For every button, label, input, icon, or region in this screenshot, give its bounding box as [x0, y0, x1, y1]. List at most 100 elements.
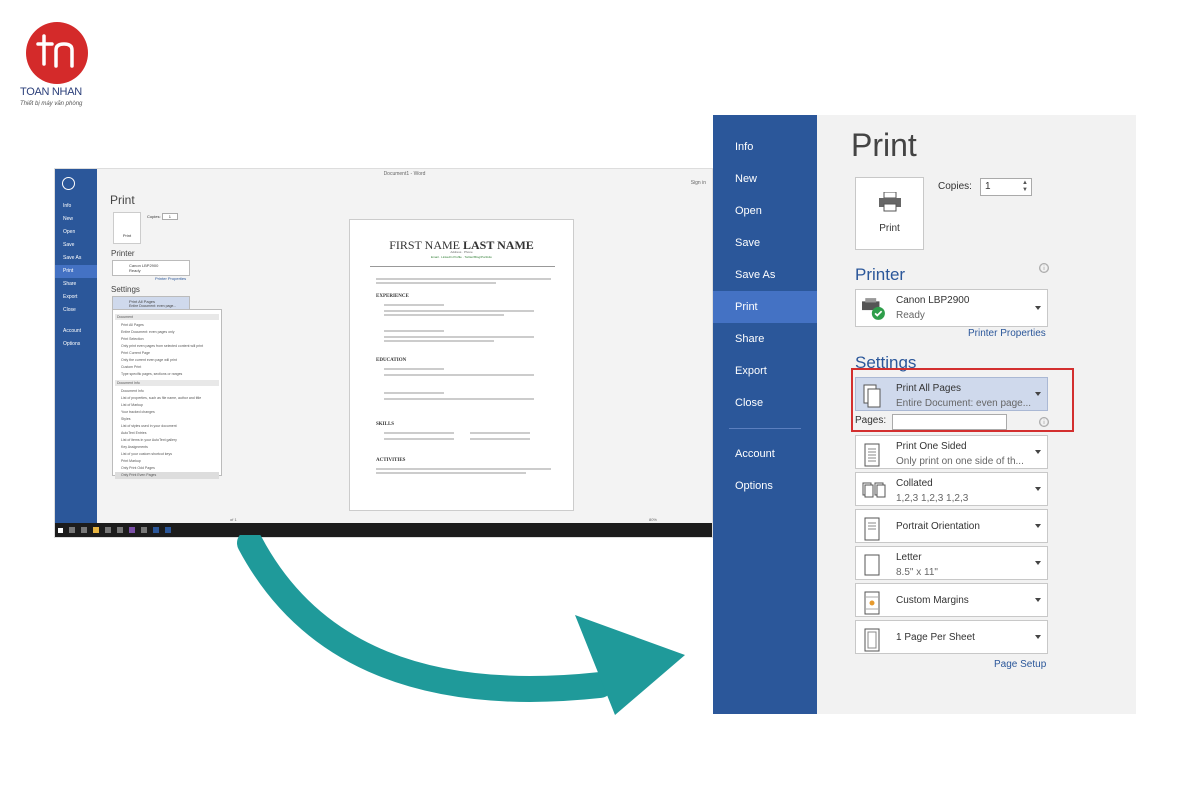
- nav-save[interactable]: Save: [713, 227, 817, 259]
- paper-size-desc: 8.5" x 11": [896, 567, 938, 578]
- resume-text-line: [384, 304, 444, 306]
- logo-circle: [26, 22, 88, 84]
- task-view-icon[interactable]: [81, 527, 87, 533]
- brand-logo: TOAN NHAN Thiết bị máy văn phòng: [20, 22, 92, 114]
- app-icon[interactable]: [117, 527, 123, 533]
- copies-input[interactable]: 1 ▲ ▼: [980, 178, 1032, 196]
- printer-icon: [879, 192, 901, 212]
- resume-section-activities: ACTIVITIES: [376, 458, 406, 463]
- orientation-select[interactable]: Portrait Orientation: [855, 509, 1048, 543]
- small-menu-item[interactable]: Print Current Page: [115, 350, 219, 357]
- start-icon[interactable]: [58, 528, 63, 533]
- margins-select[interactable]: Custom Margins: [855, 583, 1048, 617]
- nav-share[interactable]: Share: [713, 323, 817, 355]
- paper-size-select[interactable]: Letter 8.5" x 11": [855, 546, 1048, 580]
- small-print-menu: Document Print All Pages Entire Document…: [112, 309, 222, 479]
- back-arrow-icon[interactable]: [62, 177, 75, 190]
- nav-options[interactable]: Options: [713, 470, 817, 502]
- small-menu-item[interactable]: Only Print Even Pages: [115, 472, 219, 479]
- nav-print[interactable]: Print: [713, 291, 817, 323]
- small-nav-close[interactable]: Close: [63, 304, 97, 317]
- nav-new[interactable]: New: [713, 163, 817, 195]
- resume-text-line: [384, 340, 494, 342]
- small-menu-header-document: Document: [115, 314, 219, 320]
- nav-divider: [729, 428, 801, 429]
- resume-text-line: [384, 374, 534, 376]
- collation-select[interactable]: Collated 1,2,3 1,2,3 1,2,3: [855, 472, 1048, 506]
- search-icon[interactable]: [69, 527, 75, 533]
- collation-desc: 1,2,3 1,2,3 1,2,3: [896, 493, 969, 504]
- nav-export[interactable]: Export: [713, 355, 817, 387]
- small-nav-save[interactable]: Save: [63, 239, 97, 252]
- small-menu-item[interactable]: List of Markup: [115, 402, 219, 409]
- resume-contact: Email · LinkedIn Profile · Twitter/Blog/…: [431, 255, 492, 259]
- small-menu-item-desc: Your tracked changes: [121, 410, 155, 414]
- small-menu-item[interactable]: Only Print Odd Pages: [115, 465, 219, 472]
- paper-size-label: Letter: [896, 552, 922, 563]
- explorer-icon[interactable]: [93, 527, 99, 533]
- word-icon[interactable]: [165, 527, 171, 533]
- small-menu-item[interactable]: Custom Print: [115, 364, 219, 371]
- small-nav-save-as[interactable]: Save As: [63, 252, 97, 265]
- app-icon[interactable]: [129, 527, 135, 533]
- collation-label: Collated: [896, 478, 933, 489]
- small-nav-open[interactable]: Open: [63, 226, 97, 239]
- nav-open[interactable]: Open: [713, 195, 817, 227]
- small-menu-item-desc: List of properties, such as file name, a…: [121, 396, 202, 400]
- nav-info[interactable]: Info: [713, 131, 817, 163]
- pages-per-sheet-select[interactable]: 1 Page Per Sheet: [855, 620, 1048, 654]
- small-nav-account[interactable]: Account: [63, 325, 97, 338]
- small-copies-input[interactable]: 1: [161, 213, 178, 220]
- sides-select[interactable]: Print One Sided Only print on one side o…: [855, 435, 1048, 469]
- chevron-down-icon: [1035, 524, 1041, 528]
- small-nav-new[interactable]: New: [63, 213, 97, 226]
- small-menu-item[interactable]: Styles: [115, 416, 219, 423]
- app-icon[interactable]: [153, 527, 159, 533]
- printer-properties-link[interactable]: Printer Properties: [968, 328, 1046, 339]
- chrome-icon[interactable]: [105, 527, 111, 533]
- pages-per-sheet-label: 1 Page Per Sheet: [896, 632, 975, 643]
- small-zoom[interactable]: 80%: [649, 517, 657, 522]
- margins-icon: [864, 591, 880, 615]
- small-menu-item[interactable]: Key Assignments: [115, 444, 219, 451]
- nav-account[interactable]: Account: [713, 438, 817, 470]
- nav-close[interactable]: Close: [713, 387, 817, 419]
- small-menu-item-desc: List of your custom shortcut keys: [121, 452, 172, 456]
- printer-name: Canon LBP2900: [896, 295, 970, 306]
- small-setting-sub: Entire Document: even page...: [129, 304, 177, 308]
- small-menu-item[interactable]: AutoText Entries: [115, 430, 219, 437]
- small-menu-item-desc: Type specific pages, sections or ranges: [121, 372, 183, 376]
- small-setting-select[interactable]: Print All Pages Entire Document: even pa…: [112, 296, 190, 310]
- printer-select[interactable]: Canon LBP2900 Ready: [855, 289, 1048, 327]
- small-printer-properties[interactable]: Printer Properties: [155, 276, 186, 281]
- small-menu-item[interactable]: Print Selection: [115, 336, 219, 343]
- resume-section-education: EDUCATION: [376, 358, 407, 363]
- print-button[interactable]: Print: [855, 177, 924, 250]
- small-nav-print[interactable]: Print: [55, 265, 97, 278]
- copies-label: Copies:: [938, 181, 972, 192]
- small-nav-info[interactable]: Info: [63, 200, 97, 213]
- small-sign-in[interactable]: Sign in: [691, 178, 706, 188]
- resume-text-line: [376, 278, 551, 280]
- small-print-button[interactable]: Print: [113, 212, 141, 244]
- resume-preview: FIRST NAME LAST NAME Address · Phone Ema…: [349, 219, 574, 511]
- small-menu-item[interactable]: Print Markup: [115, 458, 219, 465]
- small-page-nav[interactable]: of 1: [230, 517, 237, 522]
- small-nav-options[interactable]: Options: [63, 338, 97, 351]
- resume-text-line: [384, 392, 444, 394]
- small-menu-item-desc: List of styles used in your document: [121, 424, 177, 428]
- small-menu-item[interactable]: Document Info: [115, 388, 219, 395]
- app-icon[interactable]: [141, 527, 147, 533]
- page-setup-link[interactable]: Page Setup: [994, 659, 1046, 670]
- small-nav-export[interactable]: Export: [63, 291, 97, 304]
- highlight-box: [851, 368, 1074, 432]
- printer-info-icon[interactable]: ⓘ: [1039, 263, 1049, 273]
- printer-status: Ready: [896, 310, 925, 321]
- copies-spinner-icon[interactable]: ▲ ▼: [1022, 180, 1028, 194]
- nav-save-as[interactable]: Save As: [713, 259, 817, 291]
- small-printer-select[interactable]: Canon LBP2900 Ready: [112, 260, 190, 276]
- small-nav-share[interactable]: Share: [63, 278, 97, 291]
- small-backstage-sidebar: Info New Open Save Save As Print Share E…: [55, 169, 97, 525]
- resume-rule: [370, 266, 555, 267]
- small-menu-item[interactable]: Print All Pages: [115, 322, 219, 329]
